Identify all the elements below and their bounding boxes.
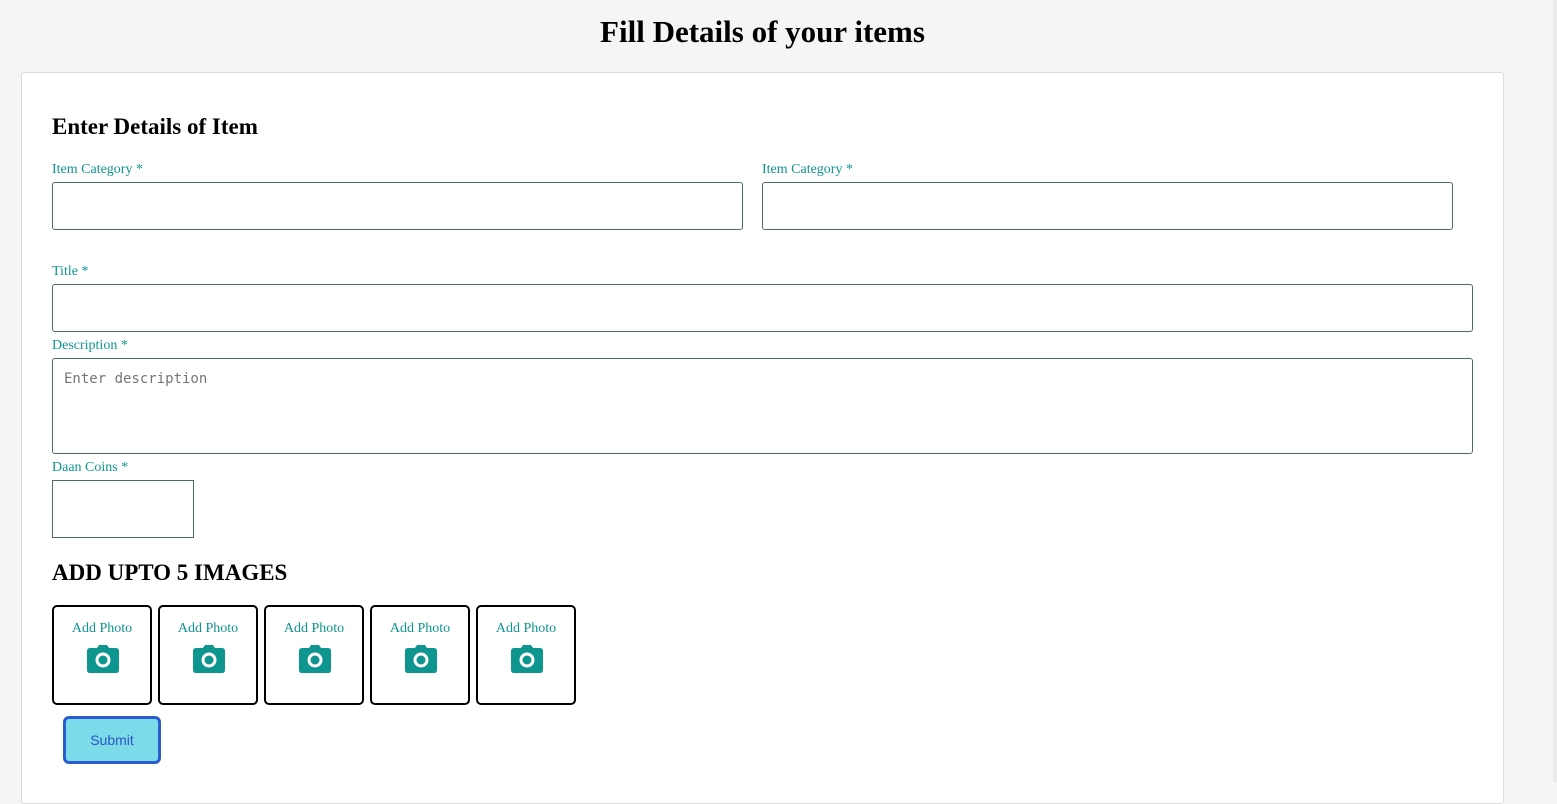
title-label: Title * [52,264,89,279]
add-photo-button-2[interactable]: Add Photo [158,605,258,705]
camera-icon [511,645,543,673]
item-category-secondary-label: Item Category * [762,162,853,177]
description-label: Description * [52,338,128,353]
item-details-card: Enter Details of Item Item Category * It… [21,72,1504,804]
daan-coins-label: Daan Coins * [52,460,129,475]
add-photo-button-3[interactable]: Add Photo [264,605,364,705]
description-textarea[interactable] [52,358,1473,454]
add-photo-label: Add Photo [389,621,451,636]
camera-icon [87,645,119,673]
item-category-input[interactable] [52,182,743,230]
add-photo-label: Add Photo [71,621,133,636]
item-category-label: Item Category * [52,162,143,177]
add-photo-button-5[interactable]: Add Photo [476,605,576,705]
submit-button[interactable]: Submit [63,716,161,764]
page-title: Fill Details of your items [600,14,925,49]
camera-icon [299,645,331,673]
title-input[interactable] [52,284,1473,332]
images-section-title: ADD UPTO 5 IMAGES [52,560,288,585]
camera-icon [405,645,437,673]
daan-coins-input[interactable] [52,480,194,538]
section-title: Enter Details of Item [52,114,258,139]
add-photo-label: Add Photo [177,621,239,636]
add-photo-button-4[interactable]: Add Photo [370,605,470,705]
add-photo-label: Add Photo [495,621,557,636]
add-photo-button-1[interactable]: Add Photo [52,605,152,705]
scrollbar-track[interactable] [1553,0,1557,782]
camera-icon [193,645,225,673]
item-category-secondary-input[interactable] [762,182,1453,230]
add-photo-label: Add Photo [283,621,345,636]
